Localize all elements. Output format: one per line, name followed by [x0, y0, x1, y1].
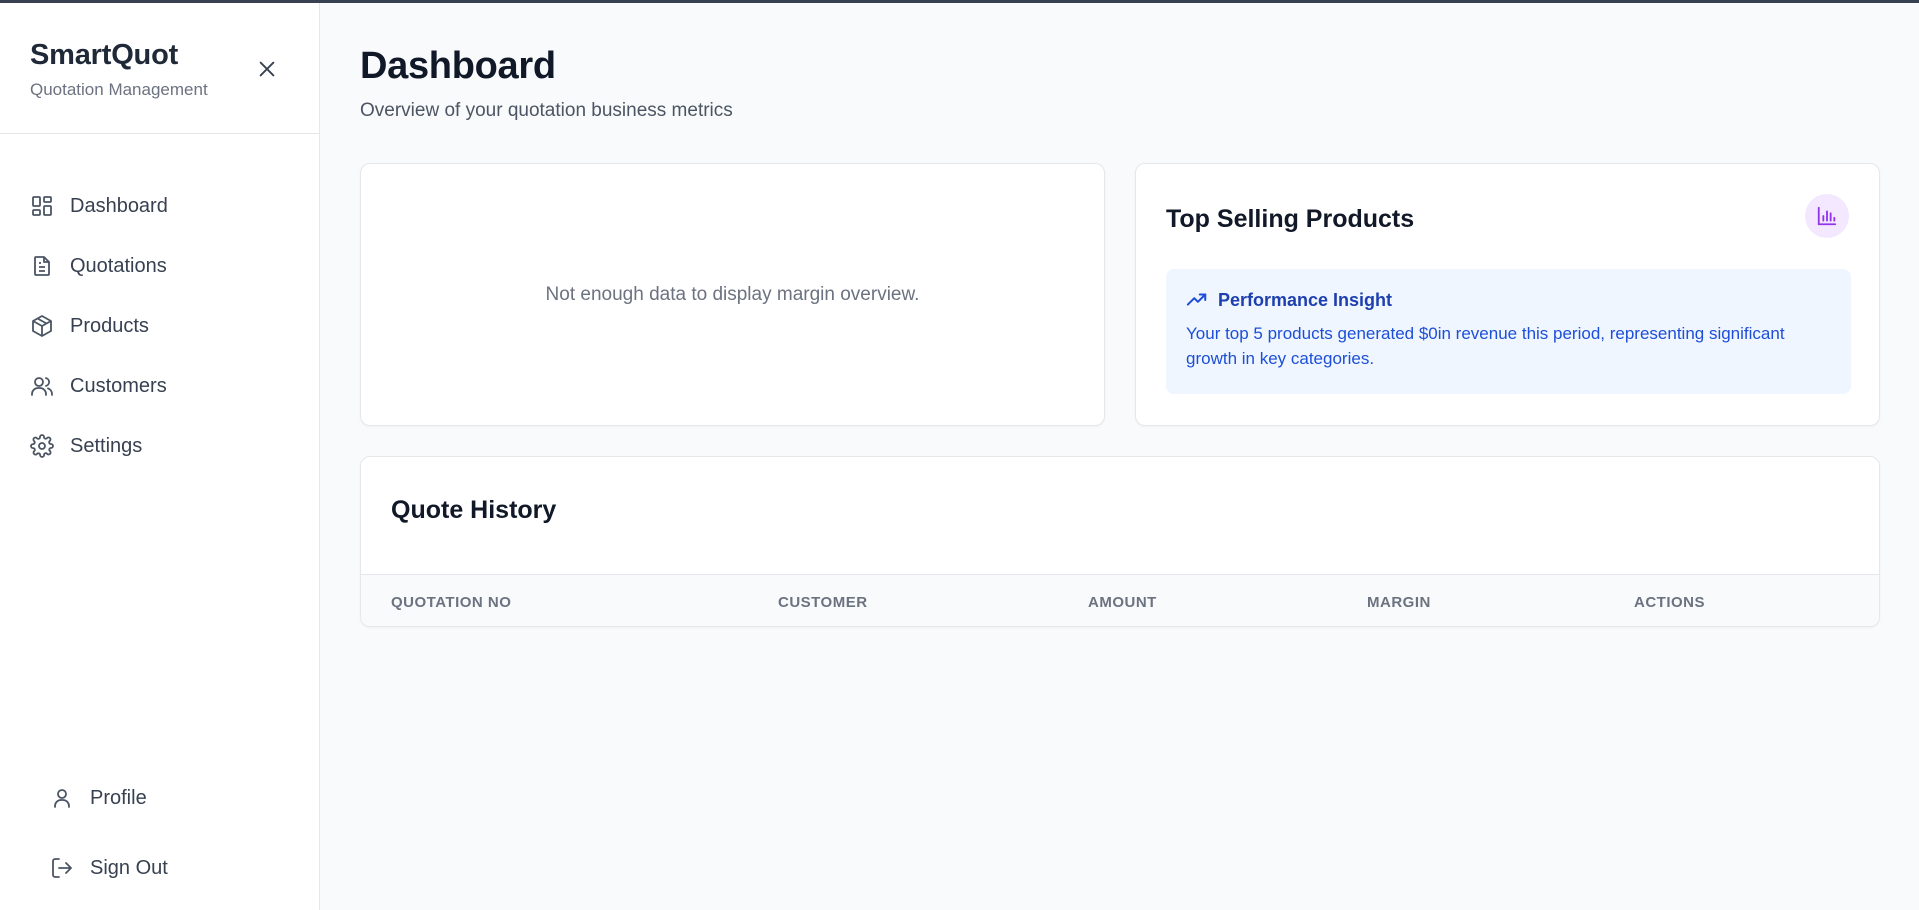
- quote-history-card: Quote History QUOTATION NO CUSTOMER AMOU…: [360, 456, 1880, 627]
- profile-label: Profile: [90, 786, 147, 809]
- column-header-customer: CUSTOMER: [778, 594, 868, 611]
- insight-title: Performance Insight: [1218, 289, 1393, 310]
- document-icon: [30, 254, 54, 278]
- quote-history-title: Quote History: [391, 496, 557, 524]
- trending-up-icon: [1186, 289, 1208, 311]
- insight-text: Your top 5 products generated $0in reven…: [1186, 324, 1785, 368]
- column-header-amount: AMOUNT: [1088, 594, 1157, 611]
- sign-out-label: Sign Out: [90, 856, 168, 879]
- top-selling-products-card: Top Selling Products Performance Insight…: [1135, 163, 1880, 426]
- bar-chart-icon: [1805, 194, 1849, 238]
- sidebar-item-settings[interactable]: Settings: [0, 416, 319, 476]
- margin-overview-card: Not enough data to display margin overvi…: [360, 163, 1105, 426]
- column-header-quotation-no: QUOTATION NO: [391, 594, 512, 611]
- top-products-title: Top Selling Products: [1166, 205, 1415, 233]
- sign-out-icon: [50, 856, 74, 880]
- gear-icon: [30, 434, 54, 458]
- sidebar-item-label: Products: [70, 314, 149, 337]
- brand-header: SmartQuot Quotation Management: [0, 3, 319, 134]
- sidebar-item-products[interactable]: Products: [0, 296, 319, 356]
- close-icon: [256, 58, 278, 85]
- users-icon: [30, 374, 54, 398]
- quote-history-table-header: QUOTATION NO CUSTOMER AMOUNT MARGIN ACTI…: [361, 574, 1879, 626]
- page-title: Dashboard: [360, 45, 556, 87]
- margin-empty-message: Not enough data to display margin overvi…: [545, 283, 920, 305]
- profile-link[interactable]: Profile: [0, 763, 319, 833]
- sidebar-item-label: Settings: [70, 434, 143, 457]
- sidebar-item-label: Customers: [70, 374, 167, 397]
- sign-out-button[interactable]: Sign Out: [0, 833, 319, 903]
- performance-insight-box: Performance Insight Your top 5 products …: [1166, 269, 1851, 394]
- close-sidebar-button[interactable]: [252, 56, 282, 86]
- page-subtitle: Overview of your quotation business metr…: [360, 100, 733, 121]
- dashboard-icon: [30, 194, 54, 218]
- column-header-margin: MARGIN: [1367, 594, 1431, 611]
- sidebar-nav: Dashboard Quotations Products Customers …: [0, 134, 319, 476]
- sidebar: SmartQuot Quotation Management Dashboard…: [0, 3, 320, 910]
- main-content: Dashboard Overview of your quotation bus…: [360, 3, 1880, 627]
- sidebar-item-label: Dashboard: [70, 194, 168, 217]
- column-header-actions: ACTIONS: [1634, 594, 1705, 611]
- sidebar-item-customers[interactable]: Customers: [0, 356, 319, 416]
- user-icon: [50, 786, 74, 810]
- box-icon: [30, 314, 54, 338]
- sidebar-item-quotations[interactable]: Quotations: [0, 236, 319, 296]
- sidebar-item-label: Quotations: [70, 254, 167, 277]
- sidebar-bottom: Profile Sign Out: [0, 763, 319, 903]
- sidebar-item-dashboard[interactable]: Dashboard: [0, 176, 319, 236]
